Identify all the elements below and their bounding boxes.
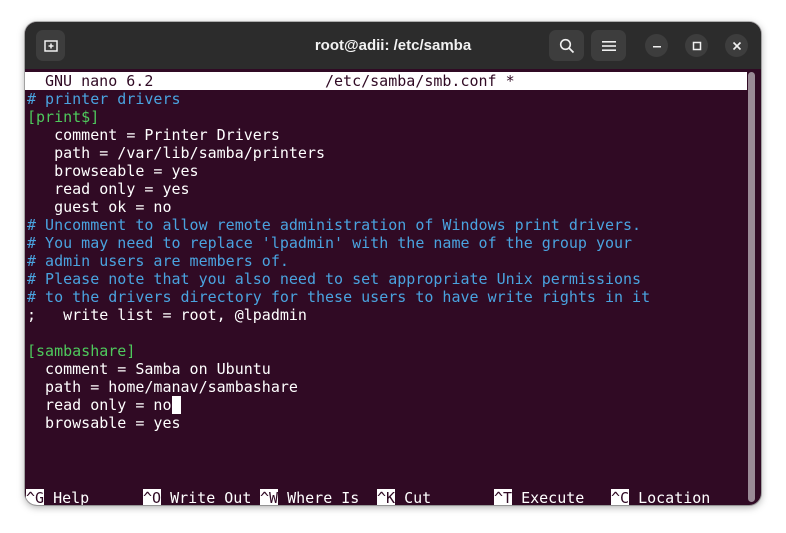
text-cursor xyxy=(171,396,181,414)
shortcut-item: ^O Write Out xyxy=(143,489,251,505)
shortcut-label: Cut xyxy=(395,489,432,505)
shortcut-item: ^C Location xyxy=(611,489,710,505)
config-line: comment = Printer Drivers xyxy=(27,126,280,144)
maximize-icon xyxy=(692,41,701,50)
minimize-icon xyxy=(652,45,661,47)
search-button[interactable] xyxy=(549,30,584,61)
config-line: path = home/manav/sambashare xyxy=(27,378,298,396)
config-line: comment = Samba on Ubuntu xyxy=(27,360,271,378)
shortcut-label: Execute xyxy=(512,489,585,505)
shortcut-key: ^O xyxy=(143,489,162,505)
menu-button[interactable] xyxy=(591,30,626,61)
close-icon xyxy=(732,41,741,50)
shortcut-key: ^C xyxy=(611,489,630,505)
shortcut-key: ^W xyxy=(260,489,279,505)
config-line: ; write list = root, @lpadmin xyxy=(27,306,307,324)
config-line: read only = yes xyxy=(27,180,190,198)
section-header-line: [print$] xyxy=(27,108,100,126)
nano-filename: /etc/samba/smb.conf * xyxy=(325,72,515,90)
new-tab-icon xyxy=(43,39,58,52)
comment-line: # Uncomment to allow remote administrati… xyxy=(27,216,642,234)
hamburger-menu-icon xyxy=(601,40,616,51)
shortcut-label: Where Is xyxy=(278,489,360,505)
shortcut-label: Help xyxy=(44,489,90,505)
config-line: browseable = yes xyxy=(27,162,199,180)
new-tab-button[interactable] xyxy=(36,30,65,61)
shortcut-item: ^G Help xyxy=(26,489,89,505)
maximize-button[interactable] xyxy=(685,34,708,57)
comment-line: # You may need to replace 'lpadmin' with… xyxy=(27,234,633,252)
shortcut-key: ^K xyxy=(377,489,396,505)
shortcut-label: Write Out xyxy=(161,489,252,505)
config-line: path = /var/lib/samba/printers xyxy=(27,144,326,162)
section-header-line: [sambashare] xyxy=(27,342,136,360)
shortcut-key: ^G xyxy=(26,489,45,505)
shortcut-label: Location xyxy=(629,489,711,505)
comment-line: # Please note that you also need to set … xyxy=(27,270,642,288)
terminal-window: root@adii: /etc/samba GNU nano 6.2 /etc/… xyxy=(25,22,761,505)
shortcut-item: ^W Where Is xyxy=(260,489,359,505)
close-button[interactable] xyxy=(725,34,748,57)
nano-header-bar: GNU nano 6.2 /etc/samba/smb.conf * xyxy=(25,72,747,90)
terminal-area[interactable]: GNU nano 6.2 /etc/samba/smb.conf * # pri… xyxy=(25,69,747,505)
shortcut-item: ^K Cut xyxy=(377,489,431,505)
config-line: guest ok = no xyxy=(27,198,172,216)
config-line: browsable = yes xyxy=(27,414,181,432)
title-bar[interactable]: root@adii: /etc/samba xyxy=(25,22,761,69)
scrollbar[interactable] xyxy=(748,72,755,502)
config-line: read only = no xyxy=(27,396,181,414)
nano-version: GNU nano 6.2 xyxy=(45,72,154,90)
shortcut-item: ^T Execute xyxy=(494,489,584,505)
comment-line: # admin users are members of. xyxy=(27,252,289,270)
minimize-button[interactable] xyxy=(645,34,668,57)
comment-line: # printer drivers xyxy=(27,90,181,108)
shortcut-key: ^T xyxy=(494,489,513,505)
search-icon xyxy=(559,38,574,53)
comment-line: # to the drivers directory for these use… xyxy=(27,288,651,306)
